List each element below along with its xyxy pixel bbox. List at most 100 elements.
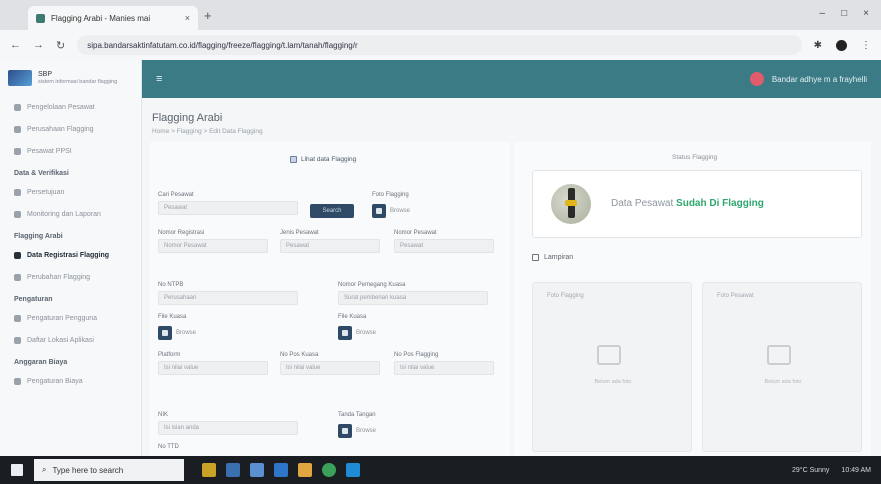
checkbox-icon bbox=[290, 156, 297, 163]
start-button[interactable] bbox=[0, 456, 34, 484]
sidebar-item-label: Perusahaan Flagging bbox=[27, 125, 94, 133]
forward-button[interactable]: → bbox=[33, 39, 44, 51]
menu-item-icon bbox=[14, 314, 21, 322]
user-avatar bbox=[749, 72, 764, 86]
url-text: sipa.bandarsaktinfatutam.co.id/flagging/… bbox=[87, 40, 358, 50]
minimize-button[interactable]: – bbox=[820, 8, 826, 19]
sidebar-item-top-0[interactable]: Pengelolaan Pesawat bbox=[0, 96, 141, 118]
field-nik: NIK Isi isian anda bbox=[158, 412, 298, 435]
cari-pesawat-input[interactable]: Pesawat bbox=[158, 201, 298, 215]
sidebar-item-label: Monitoring dan Laporan bbox=[27, 210, 101, 218]
browser-menu-icon[interactable]: ⋮ bbox=[861, 40, 871, 51]
sidebar-item-data-1[interactable]: Monitoring dan Laporan bbox=[0, 203, 141, 225]
taskbar-search[interactable]: ⌕ Type here to search bbox=[34, 459, 184, 481]
sidebar-section-flagging: Flagging Arabi bbox=[14, 233, 63, 240]
extensions-icon[interactable]: ✱ bbox=[814, 40, 822, 51]
nomor-registrasi-input[interactable]: Nomor Pesawat bbox=[158, 239, 268, 253]
search-button[interactable]: Search bbox=[310, 204, 354, 218]
reload-button[interactable]: ↻ bbox=[56, 39, 65, 52]
main-content: Flagging Arabi Home > Flagging > Edit Da… bbox=[142, 98, 881, 456]
menu-item-icon bbox=[14, 251, 21, 259]
clock[interactable]: 10:49 AM bbox=[841, 467, 871, 474]
brand-title: SBP bbox=[38, 70, 53, 78]
field-platform: Platform Isi nilai value bbox=[158, 352, 268, 375]
sidebar-item-flagging-0[interactable]: Data Registrasi Flagging bbox=[0, 244, 141, 266]
browser-tab[interactable]: Flagging Arabi - Manies mai × bbox=[28, 6, 198, 30]
lampiran-card-foto-pesawat[interactable]: Foto Pesawat Belum ada foto bbox=[702, 282, 862, 452]
app-icon-3[interactable] bbox=[250, 463, 264, 477]
field-jenis-pesawat: Jenis Pesawat Pesawat bbox=[280, 230, 380, 253]
menu-item-icon bbox=[14, 125, 21, 133]
new-tab-button[interactable]: + bbox=[204, 8, 212, 23]
file-kuasa-upload-2[interactable]: Browse bbox=[338, 326, 376, 340]
field-tanda-tangan: Tanda Tangan bbox=[338, 412, 376, 418]
sidebar-item-data-0[interactable]: Persetujuan bbox=[0, 181, 141, 203]
brand-logo-icon bbox=[8, 70, 32, 86]
platform-input[interactable]: Isi nilai value bbox=[158, 361, 268, 375]
menu-item-icon bbox=[14, 147, 21, 155]
sidebar-item-top-1[interactable]: Perusahaan Flagging bbox=[0, 118, 141, 140]
hamburger-menu-icon[interactable]: ≡ bbox=[156, 73, 162, 85]
flagging-form-card: Lihat data Flagging Cari Pesawat Pesawat… bbox=[150, 142, 510, 456]
status-highlight: Sudah Di Flagging bbox=[676, 198, 764, 209]
upload-icon bbox=[158, 326, 172, 340]
sidebar-item-settings-1[interactable]: Daftar Lokasi Aplikasi bbox=[0, 329, 141, 351]
attachment-icon bbox=[532, 254, 539, 261]
maximize-button[interactable]: □ bbox=[841, 8, 847, 19]
pemegang-kuasa-input[interactable]: Surat pemberian kuasa bbox=[338, 291, 488, 305]
nik-input[interactable]: Isi isian anda bbox=[158, 421, 298, 435]
toolbar-icons: ✱ ⋮ bbox=[814, 39, 871, 51]
brand[interactable]: SBP sistem informasi bandar flagging bbox=[0, 60, 141, 96]
file-kuasa-upload-1[interactable]: Browse bbox=[158, 326, 196, 340]
tab-close-icon[interactable]: × bbox=[185, 13, 190, 23]
app-icon-2[interactable] bbox=[226, 463, 240, 477]
no-pos-flagging-input[interactable]: Isi nilai value bbox=[394, 361, 494, 375]
file-explorer-icon[interactable] bbox=[298, 463, 312, 477]
menu-item-icon bbox=[14, 210, 21, 218]
field-no-pos-kuasa: No Pos Kuasa Isi nilai value bbox=[280, 352, 380, 375]
sidebar: SBP sistem informasi bandar flagging Pen… bbox=[0, 60, 142, 456]
lampiran-header: Lampiran bbox=[532, 254, 573, 261]
weather-text[interactable]: 29°C Sunny bbox=[792, 467, 829, 474]
site-favicon-icon bbox=[36, 13, 45, 23]
sidebar-item-settings-0[interactable]: Pengaturan Pengguna bbox=[0, 307, 141, 329]
edge-icon[interactable] bbox=[346, 463, 360, 477]
sidebar-item-top-2[interactable]: Pesawat PPSI bbox=[0, 140, 141, 162]
back-button[interactable]: ← bbox=[10, 39, 21, 51]
foto-flagging-upload[interactable]: Browse bbox=[372, 204, 410, 218]
brand-subtitle: sistem informasi bandar flagging bbox=[38, 79, 118, 86]
show-data-checkbox[interactable]: Lihat data Flagging bbox=[290, 156, 356, 163]
status-text: Data Pesawat Sudah Di Flagging bbox=[611, 198, 764, 209]
no-pos-kuasa-input[interactable]: Isi nilai value bbox=[280, 361, 380, 375]
breadcrumb: Home > Flagging > Edit Data Flagging bbox=[152, 128, 263, 135]
field-cari-pesawat: Cari Pesawat Pesawat bbox=[158, 192, 298, 215]
field-nomor-registrasi: Nomor Registrasi Nomor Pesawat bbox=[158, 230, 268, 253]
close-window-button[interactable]: × bbox=[863, 8, 869, 19]
nomor-pesawat-input[interactable]: Pesawat bbox=[394, 239, 494, 253]
top-navbar: ≡ Bandar adhye m a frayhelli bbox=[142, 60, 881, 98]
taskbar-apps bbox=[202, 463, 360, 477]
browser-tabstrip: Flagging Arabi - Manies mai × + – □ × bbox=[0, 0, 881, 30]
chrome-icon[interactable] bbox=[322, 463, 336, 477]
jenis-pesawat-input[interactable]: Pesawat bbox=[280, 239, 380, 253]
address-bar[interactable]: sipa.bandarsaktinfatutam.co.id/flagging/… bbox=[77, 35, 802, 55]
tab-title: Flagging Arabi - Manies mai bbox=[51, 13, 151, 23]
app-icon-4[interactable] bbox=[274, 463, 288, 477]
image-placeholder-icon bbox=[597, 345, 621, 365]
no-ntpb-input[interactable]: Perusahaan bbox=[158, 291, 298, 305]
tanda-tangan-upload[interactable]: Browse bbox=[338, 424, 376, 438]
browser-toolbar: ← → ↻ sipa.bandarsaktinfatutam.co.id/fla… bbox=[0, 30, 881, 60]
menu-item-icon bbox=[14, 273, 21, 281]
sidebar-item-budget-0[interactable]: Pengaturan Biaya bbox=[0, 370, 141, 392]
windows-taskbar: ⌕ Type here to search 29°C Sunny 10:49 A… bbox=[0, 456, 881, 484]
app-icon-1[interactable] bbox=[202, 463, 216, 477]
field-file-kuasa-1: File Kuasa bbox=[158, 314, 187, 320]
sidebar-section-data: Data & Verifikasi bbox=[14, 170, 69, 177]
user-menu[interactable]: Bandar adhye m a frayhelli bbox=[749, 72, 867, 86]
menu-item-icon bbox=[14, 336, 21, 344]
profile-avatar-icon[interactable] bbox=[836, 39, 847, 51]
lampiran-card-foto-flagging[interactable]: Foto Flagging Belum ada foto bbox=[532, 282, 692, 452]
upload-icon bbox=[338, 424, 352, 438]
sidebar-item-flagging-1[interactable]: Perubahan Flagging bbox=[0, 266, 141, 288]
window-controls: – □ × bbox=[820, 8, 869, 19]
